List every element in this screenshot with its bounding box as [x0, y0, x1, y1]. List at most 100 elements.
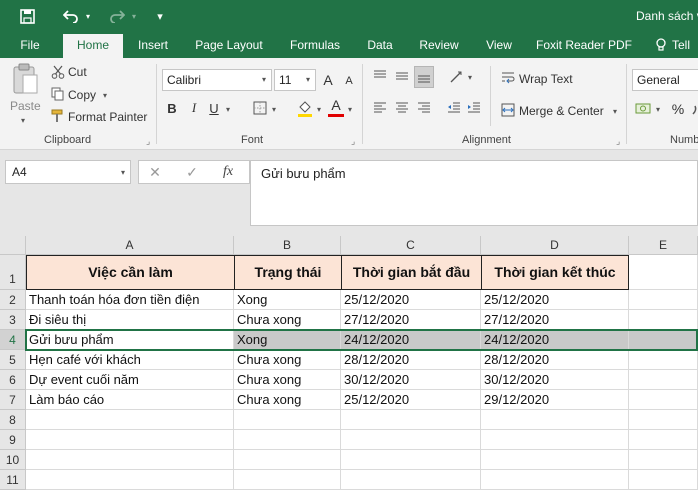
empty-cell[interactable]	[234, 410, 341, 430]
redo-dropdown-icon[interactable]: ▾	[129, 5, 139, 27]
table-cell[interactable]: 28/12/2020	[341, 350, 481, 370]
table-cell[interactable]: 25/12/2020	[341, 290, 481, 310]
borders-dropdown-icon[interactable]: ▾	[272, 105, 276, 114]
table-cell[interactable]: Xong	[234, 290, 341, 310]
table-cell[interactable]: 30/12/2020	[341, 370, 481, 390]
tab-data[interactable]: Data	[360, 32, 400, 58]
empty-cell[interactable]	[629, 290, 698, 310]
empty-cell[interactable]	[629, 310, 698, 330]
row-header[interactable]: 7	[0, 390, 26, 410]
underline-dropdown-icon[interactable]: ▾	[226, 105, 230, 114]
table-cell[interactable]: 24/12/2020	[481, 330, 629, 350]
empty-cell[interactable]	[629, 330, 698, 350]
font-color-button[interactable]: A	[328, 96, 344, 114]
select-all-corner[interactable]	[0, 236, 26, 255]
table-cell[interactable]: Làm báo cáo	[26, 390, 234, 410]
fill-color-icon[interactable]	[296, 98, 314, 118]
table-cell[interactable]: 24/12/2020	[341, 330, 481, 350]
borders-icon[interactable]	[251, 99, 269, 117]
tab-home[interactable]: Home	[63, 34, 123, 58]
table-cell[interactable]: 29/12/2020	[481, 390, 629, 410]
row-header[interactable]: 10	[0, 450, 26, 470]
empty-cell[interactable]	[26, 410, 234, 430]
lightbulb-icon[interactable]	[654, 32, 668, 58]
merge-center-icon[interactable]	[500, 102, 516, 118]
paste-button[interactable]: Paste	[10, 99, 41, 113]
empty-cell[interactable]	[481, 470, 629, 490]
font-name-caret-icon[interactable]: ▾	[262, 75, 266, 84]
table-cell[interactable]: Thanh toán hóa đơn tiền điện	[26, 290, 234, 310]
table-cell[interactable]: Xong	[234, 330, 341, 350]
middle-align-icon[interactable]	[394, 68, 410, 84]
merge-center-button[interactable]: Merge & Center	[519, 104, 604, 118]
header-cell[interactable]: Trạng thái	[234, 255, 342, 290]
empty-cell[interactable]	[26, 470, 234, 490]
copy-icon[interactable]	[50, 86, 66, 102]
empty-cell[interactable]	[481, 410, 629, 430]
percent-style-button[interactable]: %	[668, 99, 688, 119]
empty-cell[interactable]	[629, 450, 698, 470]
empty-cell[interactable]	[26, 450, 234, 470]
tab-foxit-reader-pdf[interactable]: Foxit Reader PDF	[532, 32, 636, 58]
table-cell[interactable]: 27/12/2020	[481, 310, 629, 330]
active-cell[interactable]: Gửi bưu phẩm	[26, 330, 234, 350]
italic-button[interactable]: I	[186, 98, 202, 118]
row-header[interactable]: 4	[0, 330, 26, 350]
accounting-format-dropdown-icon[interactable]: ▾	[656, 105, 660, 114]
empty-cell[interactable]	[341, 470, 481, 490]
clipboard-dialog-launcher-icon[interactable]: ⌟	[146, 136, 150, 147]
tab-page-layout[interactable]: Page Layout	[188, 32, 270, 58]
empty-cell[interactable]	[629, 470, 698, 490]
bottom-align-icon[interactable]	[414, 66, 434, 88]
table-cell[interactable]: Đi siêu thị	[26, 310, 234, 330]
format-painter-icon[interactable]	[50, 108, 66, 124]
tab-insert[interactable]: Insert	[130, 32, 176, 58]
comma-style-icon[interactable]	[690, 100, 698, 118]
table-cell[interactable]: Chưa xong	[234, 370, 341, 390]
header-cell[interactable]: Thời gian bắt đầu	[341, 255, 482, 290]
table-cell[interactable]: 28/12/2020	[481, 350, 629, 370]
table-cell[interactable]: 25/12/2020	[341, 390, 481, 410]
table-cell[interactable]: 30/12/2020	[481, 370, 629, 390]
font-dialog-launcher-icon[interactable]: ⌟	[351, 136, 355, 147]
top-align-icon[interactable]	[372, 68, 388, 84]
bold-button[interactable]: B	[163, 98, 181, 118]
empty-cell[interactable]	[629, 255, 698, 290]
grow-font-button[interactable]: A	[320, 70, 336, 90]
tab-file[interactable]: File	[10, 32, 50, 58]
table-cell[interactable]: Hẹn café với khách	[26, 350, 234, 370]
empty-cell[interactable]	[234, 430, 341, 450]
row-header[interactable]: 3	[0, 310, 26, 330]
paste-dropdown-icon[interactable]: ▾	[21, 116, 25, 125]
column-header-a[interactable]: A	[26, 236, 234, 255]
table-cell[interactable]: Chưa xong	[234, 310, 341, 330]
cut-icon[interactable]	[50, 64, 66, 80]
column-header-d[interactable]: D	[481, 236, 629, 255]
row-header[interactable]: 9	[0, 430, 26, 450]
fill-color-dropdown-icon[interactable]: ▾	[317, 105, 321, 114]
column-header-c[interactable]: C	[341, 236, 481, 255]
column-header-e[interactable]: E	[629, 236, 698, 255]
customize-toolbar-icon[interactable]: ▾	[152, 5, 168, 27]
empty-cell[interactable]	[629, 350, 698, 370]
font-size-caret-icon[interactable]: ▾	[306, 75, 310, 84]
tab-tell-me[interactable]: Tell	[672, 32, 698, 58]
decrease-indent-icon[interactable]	[446, 100, 462, 116]
empty-cell[interactable]	[481, 430, 629, 450]
table-cell[interactable]: Dự event cuối năm	[26, 370, 234, 390]
redo-icon[interactable]	[104, 5, 130, 27]
merge-center-dropdown-icon[interactable]: ▾	[613, 107, 617, 116]
formula-input[interactable]: Gửi bưu phẩm	[250, 160, 698, 226]
empty-cell[interactable]	[341, 410, 481, 430]
cut-button[interactable]: Cut	[68, 65, 87, 79]
column-header-b[interactable]: B	[234, 236, 341, 255]
font-name-dropdown[interactable]: Calibri	[162, 69, 272, 91]
wrap-text-button[interactable]: Wrap Text	[519, 72, 573, 86]
tab-formulas[interactable]: Formulas	[282, 32, 348, 58]
empty-cell[interactable]	[481, 450, 629, 470]
shrink-font-button[interactable]: A	[342, 72, 356, 90]
empty-cell[interactable]	[234, 470, 341, 490]
align-right-icon[interactable]	[416, 100, 432, 116]
header-cell[interactable]: Thời gian kết thúc	[481, 255, 629, 290]
number-format-dropdown[interactable]: General	[632, 69, 698, 91]
